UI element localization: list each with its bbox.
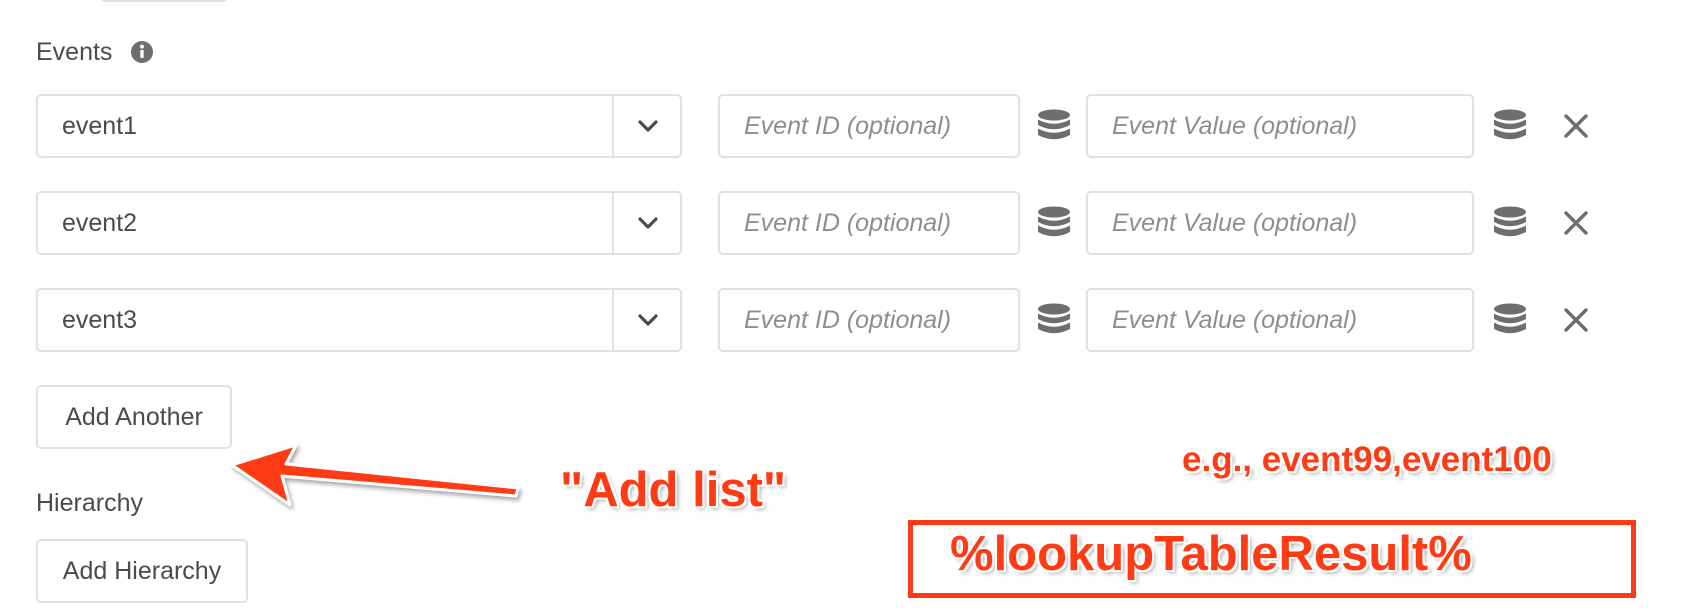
event-row-3: event3	[36, 288, 1596, 352]
database-icon[interactable]	[1036, 302, 1072, 338]
event-value-input-2[interactable]	[1086, 191, 1474, 255]
annotation-add-list: "Add list"	[560, 463, 787, 517]
event-value-input-3[interactable]	[1086, 288, 1474, 352]
chevron-down-icon[interactable]	[636, 211, 660, 235]
event-select-3[interactable]: event3	[36, 288, 682, 352]
event-row-2: event2	[36, 191, 1596, 255]
event-select-value: event3	[62, 306, 138, 334]
annotation-example: e.g., event99,event100	[1182, 440, 1552, 479]
events-label: Events	[36, 38, 113, 66]
select-divider	[612, 96, 614, 156]
database-icon[interactable]	[1036, 108, 1072, 144]
event-id-input-1[interactable]	[718, 94, 1020, 158]
event-value-input-1[interactable]	[1086, 94, 1474, 158]
previous-control-edge	[100, 0, 228, 2]
annotation-lookup-result: %lookupTableResult%	[950, 527, 1472, 581]
add-another-button[interactable]: Add Another	[36, 385, 232, 449]
database-icon[interactable]	[1492, 302, 1528, 338]
event-id-input-3[interactable]	[718, 288, 1020, 352]
event-select-2[interactable]: event2	[36, 191, 682, 255]
add-hierarchy-button[interactable]: Add Hierarchy	[36, 539, 248, 603]
close-icon[interactable]	[1560, 304, 1592, 336]
event-id-input-2[interactable]	[718, 191, 1020, 255]
close-icon[interactable]	[1560, 207, 1592, 239]
hierarchy-label: Hierarchy	[36, 489, 143, 517]
database-icon[interactable]	[1492, 108, 1528, 144]
select-divider	[612, 193, 614, 253]
database-icon[interactable]	[1492, 205, 1528, 241]
select-divider	[612, 290, 614, 350]
event-row-1: event1	[36, 94, 1596, 158]
event-select-value: event1	[62, 112, 138, 140]
info-icon[interactable]	[130, 40, 154, 64]
event-select-value: event2	[62, 209, 138, 237]
database-icon[interactable]	[1036, 205, 1072, 241]
close-icon[interactable]	[1560, 110, 1592, 142]
chevron-down-icon[interactable]	[636, 308, 660, 332]
chevron-down-icon[interactable]	[636, 114, 660, 138]
event-select-1[interactable]: event1	[36, 94, 682, 158]
